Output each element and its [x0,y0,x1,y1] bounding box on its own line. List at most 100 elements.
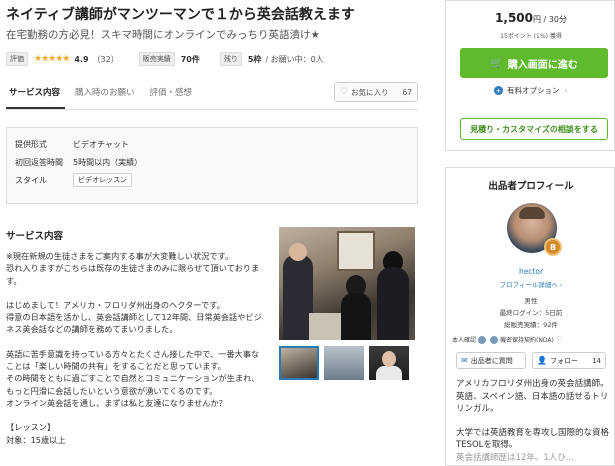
description-spacer [6,409,272,421]
favorite-button[interactable]: ♡ お気に入り 67 [334,82,418,102]
seller-profile: 出品者プロフィール B hector プロフィール詳細へ › 男性 最終ログイン… [445,167,615,466]
seller-bio: アメリカフロリダ州出身の英会話講師。英語、スペイン語、日本語の話せるトリリンガル… [456,378,614,464]
requests-value: 0人 [310,54,324,64]
favorite-count: 67 [402,87,412,97]
points-earned: 15ポイント (1%) 獲得 [500,33,562,40]
sales-tag: 販売実績 [138,52,175,66]
description-heading: サービス内容 [6,231,64,242]
description-line: 得意の日本語を活かし、英会話講師として12年間、日常英会話やビジ [6,312,262,323]
service-tabs: サービス内容 購入時のお願い 評価・感想 ♡ お気に入り 67 [6,82,418,110]
seller-total-sales: 総販売実績：92件 [504,321,558,329]
verification-row: 本人確認 機密保持契約(NDA) ⓘ [452,335,562,344]
nda-label: 機密保持契約(NDA) [500,337,554,344]
description-line: 対象：15歳以上 [6,434,66,445]
description-line: す。 [6,275,22,286]
price-box: 1,500円 / 30分 15ポイント (1%) 獲得 🛒 購入画面に進む + … [445,0,615,151]
description-line: はじめまして！アメリカ・フロリダ州出身のヘクターです。 [6,299,225,310]
paid-option-label: 有料オプション [507,86,560,95]
description-line: もっと円滑に会話したいという意欲が湧いてくるのです。 [6,385,218,396]
photo-person [341,293,371,340]
spec-row: 提供形式 ビデオチャット [15,135,409,153]
description-line: オンライン英会話を通し、まずは私と友達になりませんか？ [6,397,227,408]
sidebar: 1,500円 / 30分 15ポイント (1%) 獲得 🛒 購入画面に進む + … [445,0,615,466]
spec-row: スタイル ビデオレッスン [15,171,409,189]
follow-label: フォロー [549,356,578,365]
thumb-person-body [376,366,402,380]
photo-person [377,267,409,340]
photo-thumbnail[interactable] [324,346,364,380]
price: 1,500円 / 30分 [446,11,615,25]
tab-purchase-request[interactable]: 購入時のお願い [72,82,140,109]
envelope-icon: ✉ [461,356,468,365]
spec-row: 初回返答時間 5時間以内（実績） [15,153,409,171]
message-seller-label: 出品者に質問 [470,356,513,365]
description-line: ※現在新規の生徒さまをご案内する事が大変難しい状況です。 [6,251,234,261]
description-line: 英語に苦手意識を持っている方々とたくさん接した中で、一番大事な [6,348,260,359]
description-spacer [6,287,272,299]
seller-name[interactable]: hector [446,267,615,276]
message-seller-button[interactable]: ✉ 出品者に質問 [456,352,526,369]
service-subtitle: 在宅勤務の方必見！スキマ時間にオンラインでみっちり英語漬け★ [6,29,320,41]
main-photo[interactable] [279,227,415,340]
avatar-hair [519,207,545,219]
bio-line: 英会話講師歴は12年。1人ひ... [456,452,574,463]
nda-icon [490,335,499,344]
bio-line: 英語、スペイン語、日本語の話せるトリリンガル。 [456,391,609,415]
spec-key: スタイル [15,175,47,185]
requests-label: / お願い中： [265,54,311,64]
paid-option-toggle[interactable]: + 有料オプション › [494,85,568,96]
description-spacer [6,336,272,348]
person-icon: 👤 [537,356,547,365]
photo-thumbnail[interactable] [369,346,409,380]
spec-key: 提供形式 [15,139,47,149]
service-main: ネイティブ講師がマンツーマンで１から英会話教えます 在宅勤務の方必見！スキマ時間… [0,0,430,466]
quote-button[interactable]: 見積り・カスタマイズの相談をする [460,118,608,140]
service-title: ネイティブ講師がマンツーマンで１から英会話教えます [6,7,355,23]
spec-key: 初回返答時間 [15,157,63,167]
photo-person-head [289,243,307,261]
thumb-person-face [382,351,396,367]
rating-stars-icon: ★★★★★ [34,54,70,64]
remain-tag: 残り [219,52,242,66]
description-line: その時間をともに過ごすことで自然とコミュニケーションが生まれ、 [6,373,260,384]
buy-button[interactable]: 🛒 購入画面に進む [460,48,608,78]
bio-line: アメリカフロリダ州出身の英会話講師。 [456,379,609,389]
description-line: 【レッスン】 [6,422,56,433]
buy-button-label: 購入画面に進む [507,59,578,71]
review-count[interactable]: （32） [93,54,119,65]
description-body: ※現在新規の生徒さまをご案内する事が大変難しい状況です。恐れ入りますがこちらは既… [6,250,272,446]
heart-icon: ♡ [340,87,349,97]
favorite-label: お気に入り [351,87,389,97]
profile-heading: 出品者プロフィール [488,181,574,192]
help-icon[interactable]: ⓘ [556,335,562,344]
description-line: ことは「楽しい時間の共有」をすることだと思っています。 [6,361,226,372]
service-meta: 評価 ★★★★★ 4.9 （32） 販売実績 70件 残り 5枠 / お願い中：… [6,52,324,66]
tab-service-content[interactable]: サービス内容 [6,82,66,109]
spec-box: 提供形式 ビデオチャット 初回返答時間 5時間以内（実績） スタイル ビデオレッ… [6,127,418,204]
cart-icon: 🛒 [490,57,503,69]
bio-line: 大学では英語教育を専攻し国際的な資格TESOLを取得。 [456,427,610,451]
description-line: 恐れ入りますがこちらは既存の生徒さまのみに限らせて頂いておりま [6,263,260,274]
remain-value: 5枠 [247,54,262,64]
id-verified-icon [478,335,487,344]
spec-value: ビデオチャット [73,139,129,149]
rating-value: 4.9 [74,54,89,64]
tab-reviews[interactable]: 評価・感想 [147,82,198,109]
description-line: ネス英会話などの講師を務めてまいりました。 [6,324,178,335]
bio-spacer [456,416,614,427]
chevron-right-icon: › [564,86,568,95]
style-pill[interactable]: ビデオレッスン [73,173,132,187]
seller-gender: 男性 [524,297,538,305]
price-unit: 円 / 30分 [533,15,567,24]
rating-tag: 評価 [6,52,28,66]
spec-value: 5時間以内（実績） [73,157,143,167]
plus-circle-icon: + [494,86,503,95]
photo-window [337,231,375,271]
follow-count: 14 [592,356,601,365]
photo-thumbnail[interactable] [279,346,319,380]
id-verified-label: 本人確認 [452,337,477,344]
profile-detail-link[interactable]: プロフィール詳細へ › [446,279,615,289]
sales-value: 70件 [180,54,200,64]
follow-button[interactable]: 👤 フォロー 14 [532,352,606,369]
rank-badge-icon: B [544,238,562,256]
